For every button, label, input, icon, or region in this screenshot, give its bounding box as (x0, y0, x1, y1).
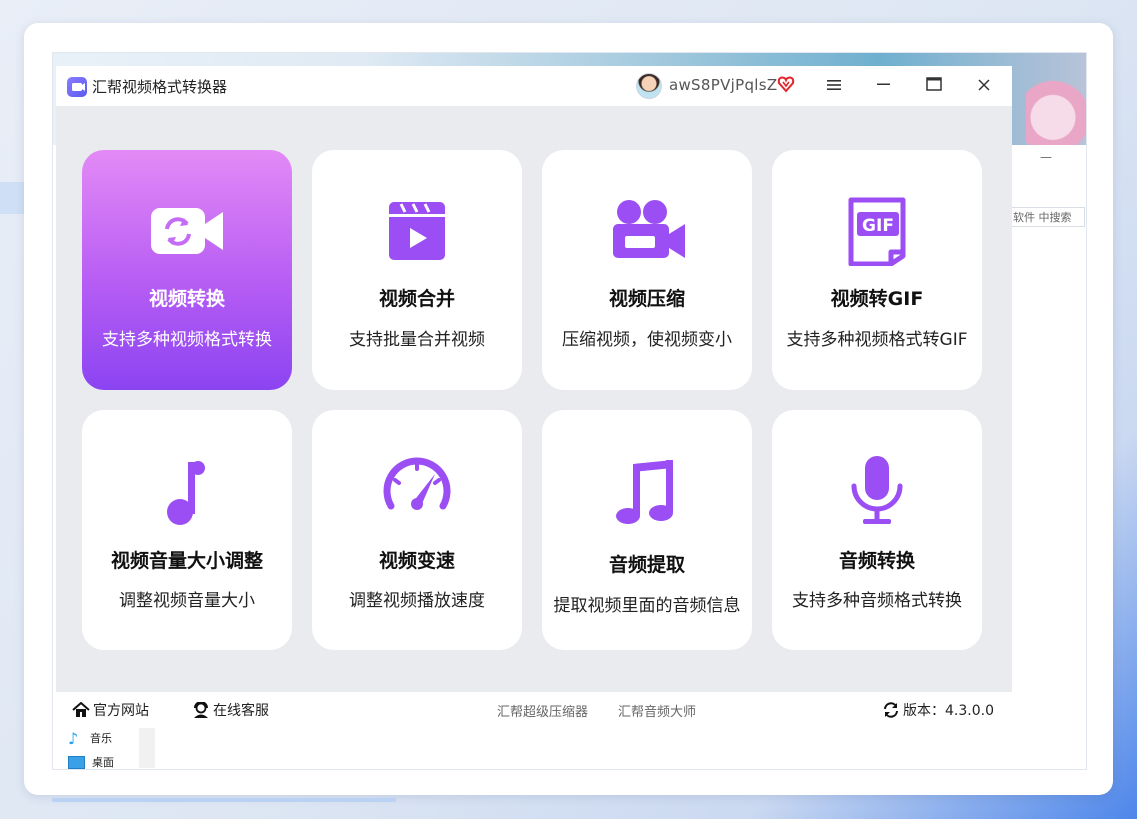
title-bar: 汇帮视频格式转换器 awS8PVjPqlsZ (56, 66, 1012, 106)
feature-card-video-compress[interactable]: 视频压缩 压缩视频，使视频变小 (542, 150, 752, 390)
background-search-box[interactable]: 软件 中搜索 (1010, 207, 1085, 227)
product-link-compressor[interactable]: 汇帮超级压缩器 (497, 701, 588, 720)
refresh-icon (884, 702, 898, 718)
footer-bar: 官方网站 在线客服 汇帮超级压缩器 汇帮音频大师 版本：4.3.0.0 (56, 692, 1012, 728)
home-icon (72, 702, 90, 717)
maximize-icon (926, 77, 942, 91)
close-button[interactable] (972, 74, 996, 98)
feature-card-audio-extract[interactable]: 音频提取 提取视频里面的音频信息 (542, 410, 752, 650)
feature-desc: 支持多种视频格式转GIF (786, 330, 968, 350)
svg-text:GIF: GIF (862, 216, 894, 236)
feature-title: 音频提取 (608, 554, 685, 576)
video-convert-icon (147, 196, 227, 266)
feature-desc: 提取视频里面的音频信息 (553, 596, 741, 616)
main-app-window: 汇帮视频格式转换器 awS8PVjPqlsZ 视频转换 支持多种视频格式转换 视… (56, 66, 1012, 692)
customer-service-icon (194, 702, 208, 718)
feature-title: 视频合并 (378, 288, 455, 310)
product-link-audio-master[interactable]: 汇帮音频大师 (618, 701, 696, 720)
gif-file-icon: GIF (837, 196, 917, 267)
tree-item-label: 音乐 (90, 732, 112, 745)
minimize-icon (877, 83, 890, 85)
scroll-indicator (52, 798, 396, 802)
clapperboard-icon (377, 196, 457, 266)
hamburger-menu-icon (827, 80, 841, 90)
version-info[interactable]: 版本：4.3.0.0 (882, 700, 994, 720)
feature-card-volume-adjust[interactable]: 视频音量大小调整 调整视频音量大小 (82, 410, 292, 650)
version-label: 版本：4.3.0.0 (903, 703, 994, 719)
feature-card-video-speed[interactable]: 视频变速 调整视频播放速度 (312, 410, 522, 650)
feature-card-audio-convert[interactable]: 音频转换 支持多种音频格式转换 (772, 410, 982, 650)
vip-heart-icon[interactable] (777, 75, 795, 93)
speedometer-icon (377, 456, 457, 526)
online-support-link[interactable]: 在线客服 (192, 700, 269, 720)
feature-desc: 支持批量合并视频 (349, 330, 485, 350)
background-scrollbar[interactable] (139, 726, 155, 768)
feature-card-video-convert[interactable]: 视频转换 支持多种视频格式转换 (82, 150, 292, 390)
username[interactable]: awS8PVjPqlsZ (669, 76, 777, 94)
background-flower-image (1026, 53, 1086, 145)
feature-desc: 调整视频音量大小 (119, 591, 255, 611)
minimize-button[interactable] (872, 74, 896, 98)
close-icon (978, 79, 990, 91)
microphone-icon (837, 456, 917, 526)
feature-card-video-merge[interactable]: 视频合并 支持批量合并视频 (312, 150, 522, 390)
user-avatar[interactable] (636, 73, 662, 99)
feature-title: 视频转换 (148, 288, 225, 310)
online-support-label: 在线客服 (213, 703, 269, 719)
feature-card-video-to-gif[interactable]: GIF 视频转GIF 支持多种视频格式转GIF (772, 150, 982, 390)
music-folder-icon: ♪ (68, 728, 79, 748)
app-title: 汇帮视频格式转换器 (92, 78, 228, 96)
double-music-note-icon (607, 456, 687, 526)
maximize-button[interactable] (922, 74, 946, 98)
menu-button[interactable] (822, 74, 846, 98)
tree-item-label: 桌面 (92, 756, 114, 769)
feature-desc: 压缩视频，使视频变小 (562, 330, 732, 350)
feature-title: 视频变速 (378, 550, 455, 572)
feature-desc: 支持多种音频格式转换 (792, 591, 962, 611)
feature-title: 视频转GIF (830, 288, 924, 310)
tree-item-desktop[interactable]: 桌面 (68, 750, 114, 774)
feature-desc: 调整视频播放速度 (349, 591, 485, 611)
desktop-folder-icon (68, 755, 85, 769)
tree-item-music[interactable]: ♪ 音乐 (68, 726, 114, 750)
feature-title: 视频音量大小调整 (110, 550, 263, 572)
app-logo-icon (67, 77, 87, 97)
video-camera-icon (607, 196, 687, 266)
official-website-label: 官方网站 (93, 703, 149, 719)
official-website-link[interactable]: 官方网站 (72, 700, 149, 720)
background-folder-tree: ♪ 音乐 桌面 (68, 726, 114, 774)
music-note-icon (147, 456, 227, 526)
feature-desc: 支持多种视频格式转换 (102, 330, 272, 350)
background-minimize-button[interactable]: — (1040, 150, 1052, 164)
feature-title: 视频压缩 (608, 288, 685, 310)
feature-title: 音频转换 (838, 550, 915, 572)
